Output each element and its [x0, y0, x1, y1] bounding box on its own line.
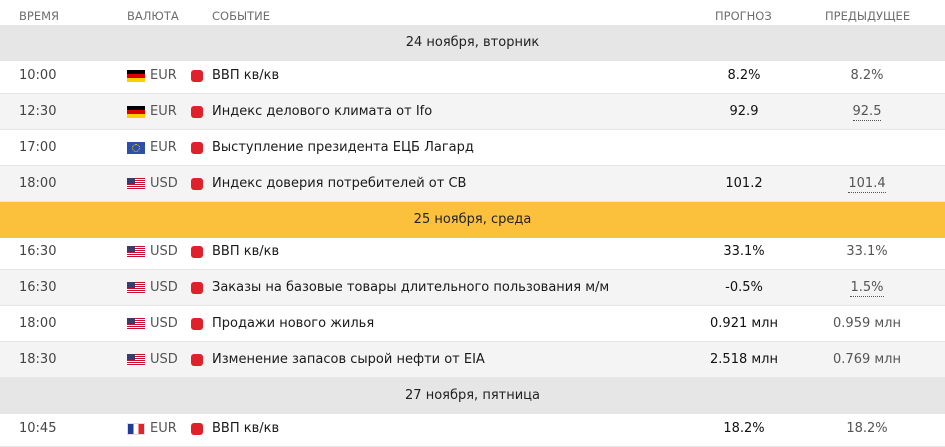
importance-high-icon [191, 318, 203, 330]
event-time: 10:45 [19, 421, 57, 436]
table-row[interactable]: 10:00 EUR ВВП кв/кв 8.2% 8.2% [0, 58, 945, 94]
event-currency: EUR [150, 421, 177, 436]
event-title[interactable]: ВВП кв/кв [212, 234, 279, 270]
table-row[interactable]: 16:30 USD Заказы на базовые товары длите… [0, 270, 945, 306]
event-title[interactable]: Продажи нового жилья [212, 306, 374, 342]
usa-flag-icon [127, 282, 145, 294]
event-previous-cell: 1.5% [803, 270, 931, 306]
event-previous [803, 130, 931, 166]
event-previous-cell: 101.4 [803, 166, 931, 202]
event-previous[interactable]: 101.4 [848, 176, 886, 193]
event-currency: EUR [150, 104, 177, 119]
table-row[interactable]: 17:00 EUR Выступление президента ЕЦБ Лаг… [0, 130, 945, 166]
event-forecast: 2.518 млн [710, 352, 778, 367]
germany-flag-icon [127, 106, 145, 118]
event-time: 16:30 [19, 280, 57, 295]
table-row[interactable]: 12:30 EUR Индекс делового климата от Ifo… [0, 94, 945, 130]
event-previous[interactable]: 1.5% [850, 280, 884, 297]
event-title[interactable]: Заказы на базовые товары длительного пол… [212, 270, 609, 306]
header-time: ВРЕМЯ [19, 9, 60, 23]
event-time: 18:30 [19, 352, 57, 367]
importance-high-icon [191, 354, 203, 366]
event-currency: USD [150, 316, 178, 331]
header-event: СОБЫТИЕ [212, 9, 271, 23]
table-row[interactable]: 10:45 EUR ВВП кв/кв 18.2% 18.2% [0, 411, 945, 447]
germany-flag-icon [127, 70, 145, 82]
importance-high-icon [191, 70, 203, 82]
event-currency: USD [150, 176, 178, 191]
france-flag-icon [127, 423, 145, 435]
event-currency: EUR [150, 68, 177, 83]
usa-flag-icon [127, 178, 145, 190]
event-forecast: 8.2% [727, 68, 761, 83]
event-forecast: 0.921 млн [710, 316, 778, 331]
event-title[interactable]: Индекс делового климата от Ifo [212, 94, 432, 130]
table-row[interactable]: 18:00 USD Индекс доверия потребителей от… [0, 166, 945, 202]
event-time: 10:00 [19, 68, 57, 83]
event-previous: 8.2% [850, 68, 884, 83]
importance-high-icon [191, 423, 203, 435]
event-forecast: 101.2 [725, 176, 763, 191]
importance-high-icon [191, 246, 203, 258]
event-title[interactable]: ВВП кв/кв [212, 411, 279, 447]
event-forecast: -0.5% [725, 280, 763, 295]
table-row[interactable]: 16:30 USD ВВП кв/кв 33.1% 33.1% [0, 234, 945, 270]
event-previous: 0.959 млн [833, 316, 901, 331]
date-group-header: 25 ноября, среда [0, 202, 945, 238]
event-previous: 18.2% [846, 421, 888, 436]
event-title[interactable]: Изменение запасов сырой нефти от EIA [212, 342, 485, 378]
event-previous-cell: 92.5 [803, 94, 931, 130]
event-time: 18:00 [19, 176, 57, 191]
date-group-header: 27 ноября, пятница [0, 378, 945, 414]
event-time: 17:00 [19, 140, 57, 155]
event-title[interactable]: Выступление президента ЕЦБ Лагард [212, 130, 474, 166]
header-currency: ВАЛЮТА [127, 9, 179, 23]
usa-flag-icon [127, 246, 145, 258]
header-previous: ПРЕДЫДУЩЕЕ [825, 9, 911, 23]
event-title[interactable]: Индекс доверия потребителей от CB [212, 166, 466, 202]
importance-high-icon [191, 282, 203, 294]
usa-flag-icon [127, 318, 145, 330]
event-currency: EUR [150, 140, 177, 155]
eu-flag-icon [127, 142, 145, 154]
usa-flag-icon [127, 354, 145, 366]
table-row[interactable]: 18:30 USD Изменение запасов сырой нефти … [0, 342, 945, 378]
importance-high-icon [191, 178, 203, 190]
table-row[interactable]: 18:00 USD Продажи нового жилья 0.921 млн… [0, 306, 945, 342]
event-currency: USD [150, 352, 178, 367]
date-group-header: 24 ноября, вторник [0, 25, 945, 61]
importance-high-icon [191, 142, 203, 154]
event-previous: 0.769 млн [833, 352, 901, 367]
event-previous: 33.1% [846, 244, 888, 259]
event-time: 16:30 [19, 244, 57, 259]
event-currency: USD [150, 280, 178, 295]
event-previous[interactable]: 92.5 [852, 104, 882, 121]
event-forecast: 18.2% [723, 421, 765, 436]
event-forecast: 92.9 [729, 104, 759, 119]
importance-high-icon [191, 106, 203, 118]
event-currency: USD [150, 244, 178, 259]
event-time: 18:00 [19, 316, 57, 331]
header-forecast: ПРОГНОЗ [715, 9, 772, 23]
event-forecast [680, 130, 808, 166]
event-title[interactable]: ВВП кв/кв [212, 58, 279, 94]
event-forecast: 33.1% [723, 244, 765, 259]
event-time: 12:30 [19, 104, 57, 119]
